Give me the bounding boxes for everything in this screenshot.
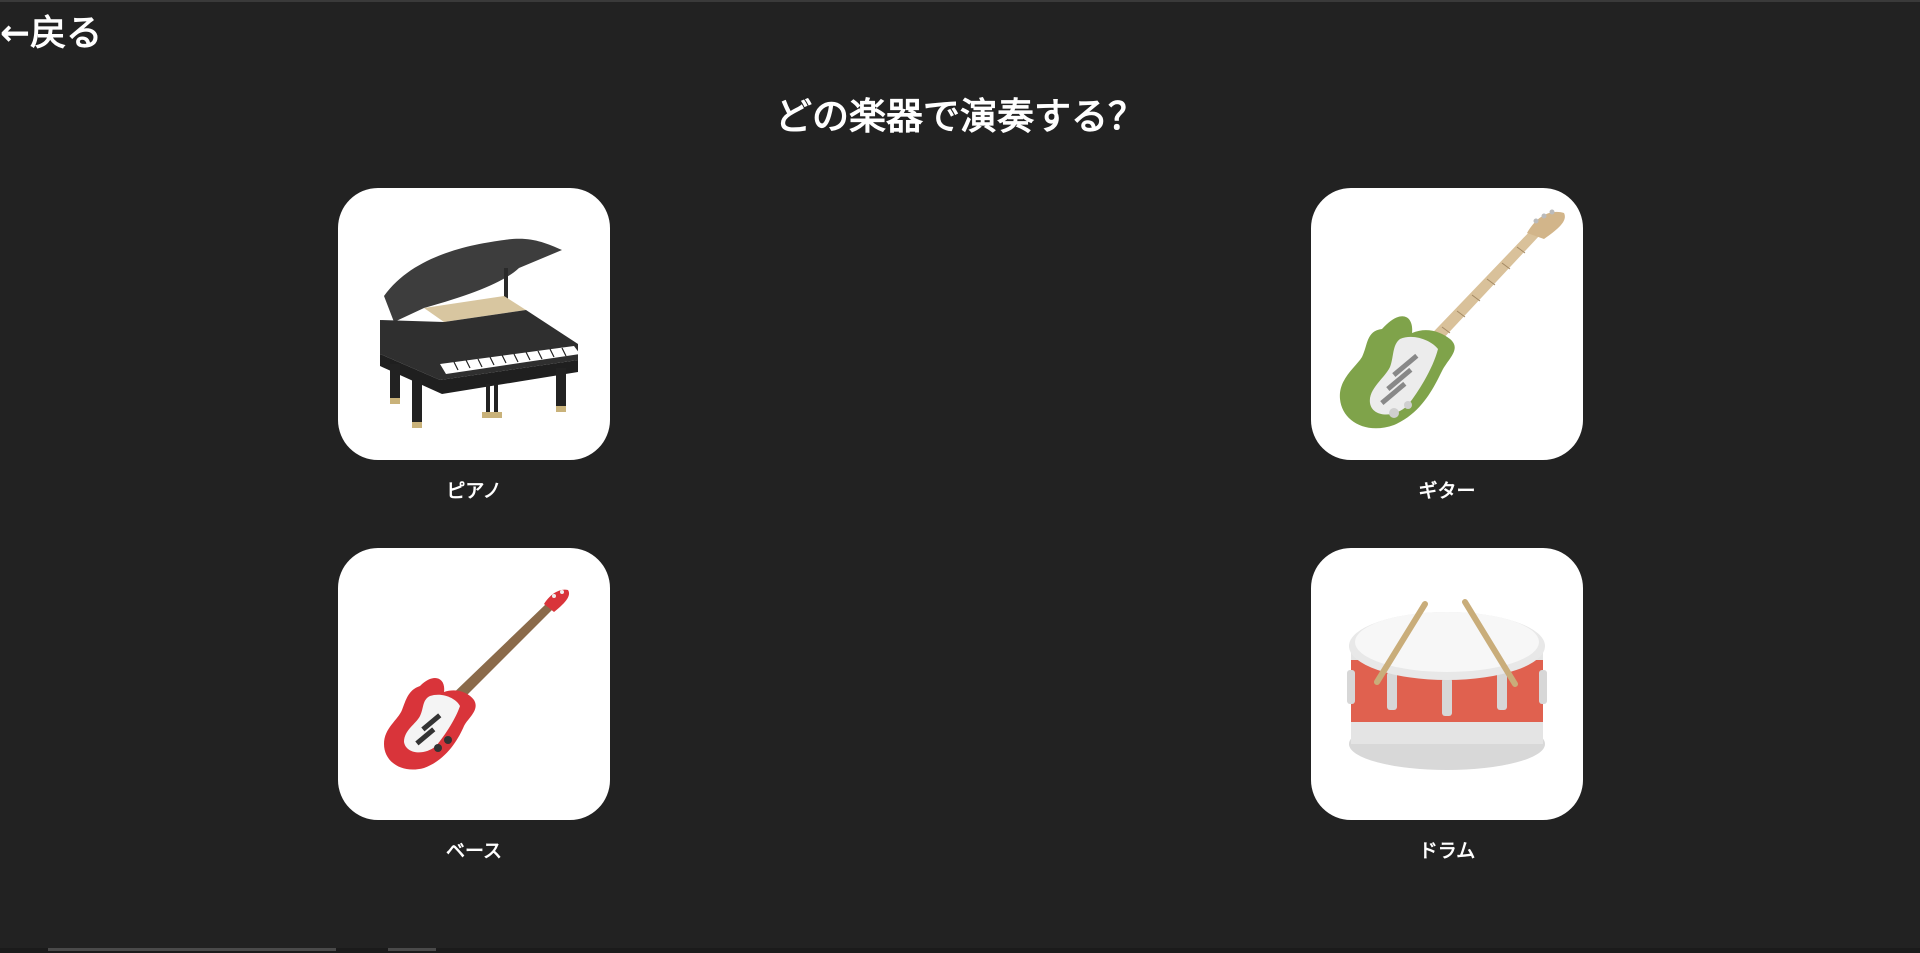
electric-guitar-icon bbox=[1339, 209, 1565, 429]
instrument-label: ギター bbox=[1418, 480, 1476, 502]
instrument-card-bass[interactable]: ベース bbox=[338, 548, 610, 863]
page-title: どの楽器で演奏する？ bbox=[775, 95, 1145, 138]
instrument-tile[interactable] bbox=[338, 188, 610, 460]
back-link[interactable]: ←戻る bbox=[0, 4, 102, 56]
instrument-tile[interactable] bbox=[338, 548, 610, 820]
instrument-tile[interactable] bbox=[1311, 188, 1583, 460]
window-top-border bbox=[0, 0, 1920, 2]
instrument-card-drum[interactable]: ドラム bbox=[1311, 548, 1583, 863]
bass-guitar-icon bbox=[384, 589, 570, 770]
instrument-card-guitar[interactable]: ギター bbox=[1311, 188, 1583, 503]
scrollbar-thumb[interactable] bbox=[388, 948, 436, 951]
instrument-label: ピアノ bbox=[446, 480, 502, 502]
grand-piano-icon bbox=[380, 238, 580, 428]
snare-drum-icon bbox=[1347, 599, 1547, 770]
instrument-card-piano[interactable]: ピアノ bbox=[338, 188, 610, 503]
instrument-tile[interactable] bbox=[1311, 548, 1583, 820]
scrollbar-thumb[interactable] bbox=[48, 948, 336, 951]
instrument-label: ベース bbox=[445, 840, 503, 862]
instrument-label: ドラム bbox=[1418, 840, 1476, 862]
